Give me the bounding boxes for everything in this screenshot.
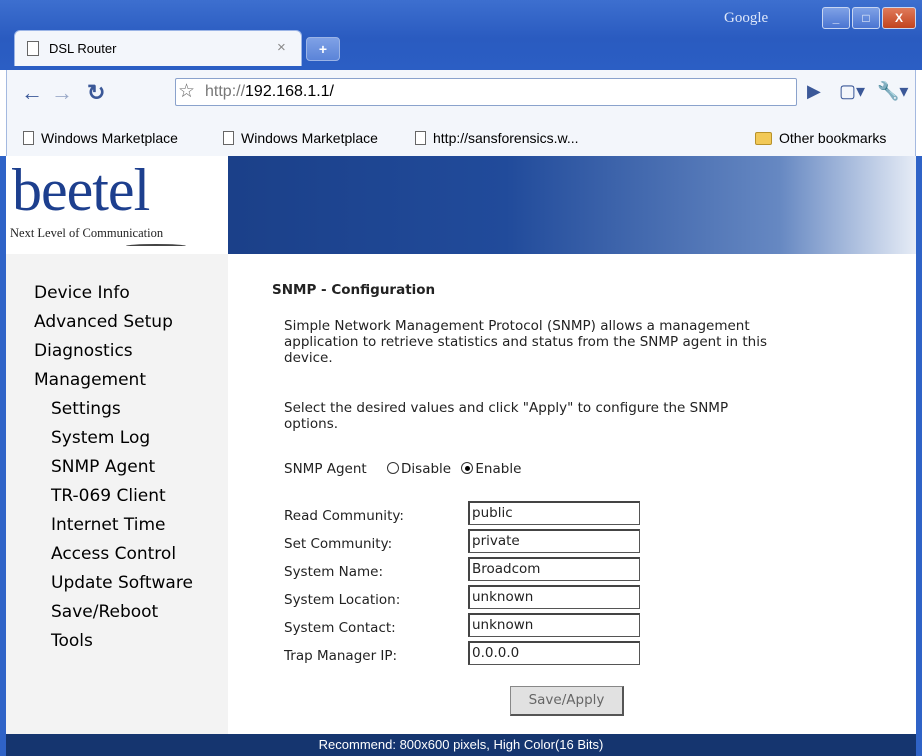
system-name-label: System Name:: [284, 564, 384, 580]
sidebar-item-diagnostics[interactable]: Diagnostics: [34, 341, 133, 361]
other-bookmarks[interactable]: Other bookmarks: [755, 130, 886, 146]
instruction-line: Select the desired values and click "App…: [284, 400, 729, 416]
sidebar-item-system-log[interactable]: System Log: [51, 428, 150, 448]
tab-title: DSL Router: [49, 41, 117, 56]
reload-icon[interactable]: ↻: [87, 80, 105, 106]
page-icon: [23, 131, 34, 145]
system-location-label: System Location:: [284, 592, 401, 608]
description-line: application to retrieve statistics and s…: [284, 334, 768, 350]
description-text: Simple Network Management Protocol (SNMP…: [284, 318, 767, 366]
system-contact-input[interactable]: unknown: [468, 613, 640, 637]
maximize-button[interactable]: □: [852, 7, 880, 29]
description-line: device.: [284, 350, 333, 366]
enable-radio[interactable]: [461, 462, 474, 474]
trap-manager-ip-label: Trap Manager IP:: [284, 648, 398, 664]
system-location-input[interactable]: unknown: [468, 585, 640, 609]
snmp-agent-label: SNMP Agent: [284, 461, 367, 477]
url-scheme: http://: [205, 83, 246, 100]
browser-title-bar: Google _ □ X DSL Router × +: [0, 0, 922, 70]
set-community-label: Set Community:: [284, 536, 393, 552]
close-window-button[interactable]: X: [882, 7, 916, 29]
sidebar-item-save-reboot[interactable]: Save/Reboot: [51, 602, 158, 622]
disable-label: Disable: [401, 461, 452, 477]
logo-swoosh: [126, 244, 186, 248]
back-icon[interactable]: ←: [21, 80, 43, 106]
browser-toolbar: ← → ↻ ☆ http://192.168.1.1/ ▶ ▢▾ 🔧▾: [6, 70, 916, 120]
bookmark-star-icon[interactable]: ☆: [178, 80, 195, 103]
footer-recommendation: Recommend: 800x600 pixels, High Color(16…: [6, 734, 916, 756]
page-title: SNMP - Configuration: [272, 282, 436, 298]
system-contact-label: System Contact:: [284, 620, 396, 636]
tab-dsl-router[interactable]: DSL Router ×: [14, 30, 302, 66]
sidebar-item-management[interactable]: Management: [34, 370, 146, 390]
system-name-input[interactable]: Broadcom: [468, 557, 640, 581]
bookmarks-bar: Windows Marketplace Windows Marketplace …: [6, 120, 916, 156]
beetel-logo: beetel Next Level of Communication: [6, 156, 228, 254]
bookmark-item[interactable]: http://sansforensics.w...: [415, 130, 579, 146]
trap-manager-ip-input[interactable]: 0.0.0.0: [468, 641, 640, 665]
bookmark-label: Windows Marketplace: [41, 130, 178, 146]
logo-tagline: Next Level of Communication: [10, 226, 164, 240]
instruction-line: options.: [284, 416, 339, 432]
page-icon: [27, 41, 39, 56]
sidebar-item-settings[interactable]: Settings: [51, 399, 121, 419]
sidebar-item-device-info[interactable]: Device Info: [34, 283, 130, 303]
sidebar-item-tr069-client[interactable]: TR-069 Client: [51, 486, 166, 506]
read-community-input[interactable]: public: [468, 501, 640, 525]
url-text: http://192.168.1.1/: [205, 83, 334, 101]
google-label: Google: [724, 10, 769, 26]
sidebar-item-internet-time[interactable]: Internet Time: [51, 515, 166, 535]
bookmark-label: Windows Marketplace: [241, 130, 378, 146]
bookmark-label: http://sansforensics.w...: [433, 130, 579, 146]
bookmark-item[interactable]: Windows Marketplace: [23, 130, 178, 146]
wrench-menu-icon[interactable]: 🔧▾: [877, 81, 908, 102]
go-icon[interactable]: ▶: [807, 81, 821, 102]
save-apply-button[interactable]: Save/Apply: [510, 686, 624, 716]
sidebar-item-tools[interactable]: Tools: [51, 631, 93, 651]
description-line: Simple Network Management Protocol (SNMP…: [284, 318, 750, 334]
bookmark-item[interactable]: Windows Marketplace: [223, 130, 378, 146]
url-host: 192.168.1.1/: [245, 83, 334, 100]
page-menu-icon[interactable]: ▢▾: [839, 81, 865, 102]
sidebar-item-access-control[interactable]: Access Control: [51, 544, 176, 564]
sidebar-item-advanced-setup[interactable]: Advanced Setup: [34, 312, 173, 332]
sidebar-item-snmp-agent[interactable]: SNMP Agent: [51, 457, 155, 477]
read-community-label: Read Community:: [284, 508, 404, 524]
tab-close-icon[interactable]: ×: [277, 39, 286, 56]
new-tab-button[interactable]: +: [306, 37, 340, 61]
logo-wordmark: beetel: [12, 157, 150, 223]
sidebar-item-update-software[interactable]: Update Software: [51, 573, 193, 593]
folder-icon: [755, 132, 772, 145]
disable-radio[interactable]: [387, 462, 400, 474]
enable-label: Enable: [475, 461, 522, 477]
forward-icon[interactable]: →: [51, 80, 73, 106]
page-icon: [223, 131, 234, 145]
instruction-text: Select the desired values and click "App…: [284, 400, 728, 432]
snmp-agent-row: SNMP Agent Disable Enable: [284, 461, 521, 477]
set-community-input[interactable]: private: [468, 529, 640, 553]
snmp-config-panel: SNMP - Configuration Simple Network Mana…: [228, 254, 916, 734]
sidebar-menu: Device Info Advanced Setup Diagnostics M…: [6, 254, 228, 734]
page-icon: [415, 131, 426, 145]
address-bar[interactable]: ☆ http://192.168.1.1/: [175, 78, 797, 106]
minimize-button[interactable]: _: [822, 7, 850, 29]
other-bookmarks-label: Other bookmarks: [779, 130, 887, 146]
window-frame-right: [916, 156, 922, 756]
